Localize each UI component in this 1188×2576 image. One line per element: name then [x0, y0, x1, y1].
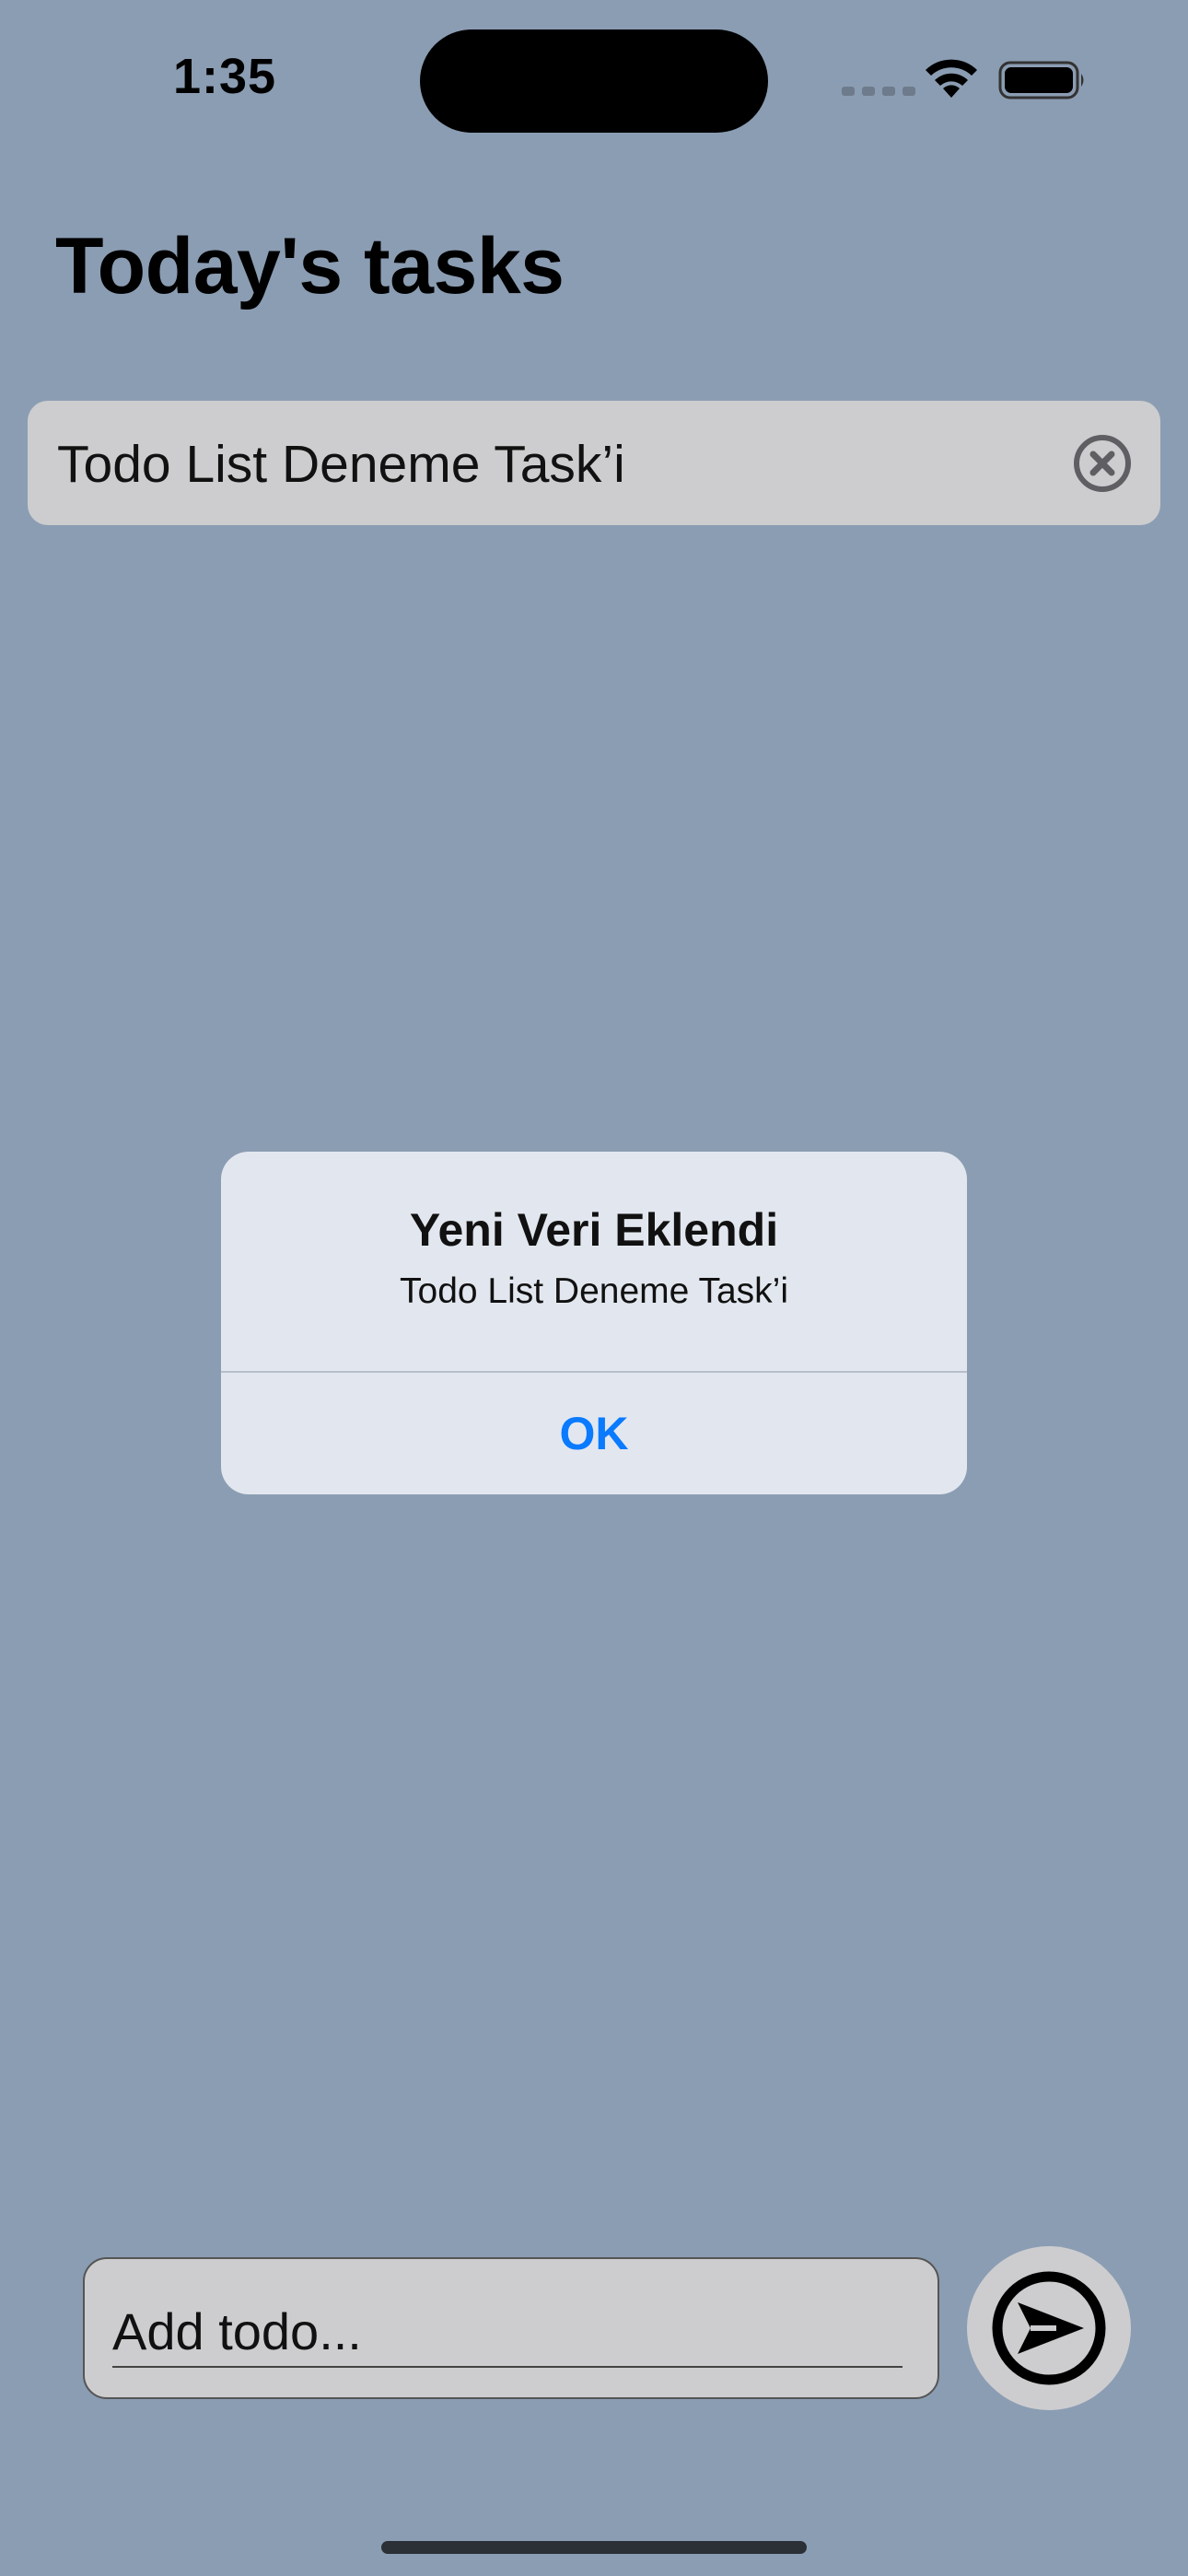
add-todo-input[interactable]	[112, 2296, 903, 2368]
battery-icon	[998, 61, 1084, 100]
alert-dialog: Yeni Veri Eklendi Todo List Deneme Task’…	[221, 1152, 967, 1494]
paperplane-circle-icon	[992, 2271, 1106, 2385]
xmark-circle-icon[interactable]	[1072, 433, 1133, 494]
add-todo-field[interactable]	[83, 2257, 939, 2399]
task-row[interactable]: Todo List Deneme Task’i	[28, 401, 1160, 525]
page-title: Today's tasks	[55, 222, 565, 310]
task-label: Todo List Deneme Task’i	[57, 435, 625, 494]
alert-message: Todo List Deneme Task’i	[400, 1271, 788, 1311]
home-indicator[interactable]	[381, 2541, 807, 2554]
alert-title: Yeni Veri Eklendi	[409, 1204, 779, 1256]
send-button[interactable]	[967, 2246, 1131, 2410]
status-time: 1:35	[173, 49, 277, 104]
cellular-signal-icon	[842, 87, 915, 96]
dynamic-island	[420, 29, 768, 133]
alert-ok-button[interactable]: OK	[221, 1373, 967, 1494]
wifi-icon	[926, 59, 977, 98]
